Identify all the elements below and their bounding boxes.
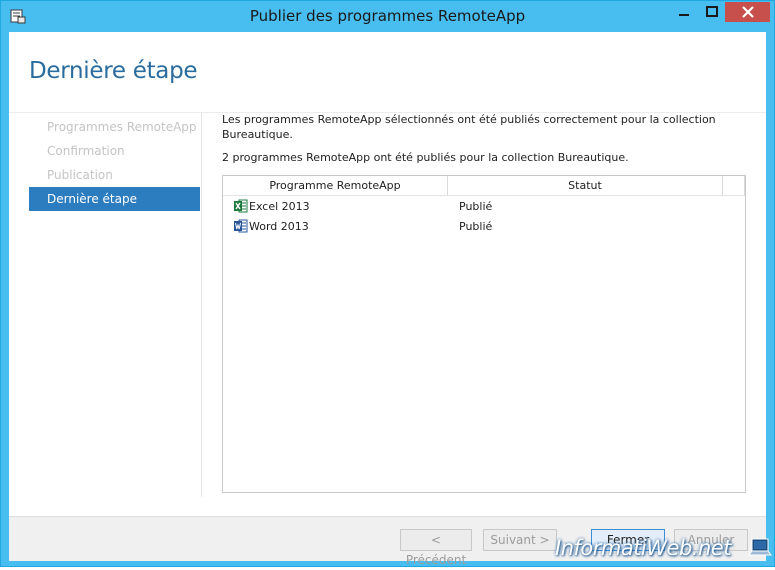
column-header-status[interactable]: Statut	[448, 176, 723, 195]
wizard-header: Dernière étape	[9, 32, 766, 112]
word-icon	[234, 219, 248, 233]
table-row[interactable]: Excel 2013 Publié	[223, 197, 745, 217]
nav-step-publication: Publication	[47, 168, 113, 182]
program-name: Excel 2013	[249, 200, 310, 213]
program-name: Word 2013	[249, 220, 309, 233]
published-count-message: 2 programmes RemoteApp ont été publiés p…	[222, 151, 629, 164]
program-status: Publié	[459, 220, 493, 233]
nav-step-confirmation: Confirmation	[47, 144, 125, 158]
close-button[interactable]	[725, 2, 770, 22]
table-header: Programme RemoteApp Statut	[223, 176, 745, 196]
window-title: Publier des programmes RemoteApp	[249, 7, 526, 25]
wizard-steps-nav: Programmes RemoteApp Confirmation Public…	[29, 115, 200, 211]
column-header-filler	[723, 176, 745, 195]
wizard-client-area: Dernière étape Programmes RemoteApp Conf…	[9, 32, 766, 567]
nav-step-derniere-etape: Dernière étape	[29, 187, 200, 211]
nav-divider	[201, 112, 202, 497]
wizard-window: Publier des programmes RemoteApp Dernièr…	[0, 0, 775, 567]
watermark-laptop-icon	[748, 538, 772, 556]
column-header-program[interactable]: Programme RemoteApp	[223, 176, 448, 195]
close-icon	[741, 6, 754, 18]
success-message: Les programmes RemoteApp sélectionnés on…	[222, 113, 716, 141]
watermark-text: InformatiWeb.net	[555, 536, 731, 560]
title-bar[interactable]: Publier des programmes RemoteApp	[1, 1, 774, 32]
program-status: Publié	[459, 200, 493, 213]
next-button[interactable]: Suivant >	[483, 529, 557, 551]
minimize-icon	[678, 14, 689, 16]
page-title: Dernière étape	[29, 58, 198, 84]
maximize-button[interactable]	[698, 2, 725, 22]
minimize-button[interactable]	[670, 2, 697, 22]
table-row[interactable]: Word 2013 Publié	[223, 217, 745, 237]
programs-table: Programme RemoteApp Statut Excel 2013 Pu	[222, 175, 746, 493]
previous-button[interactable]: < Précédent	[400, 529, 472, 567]
excel-icon	[234, 199, 248, 213]
nav-step-programmes: Programmes RemoteApp	[47, 120, 197, 134]
maximize-icon	[705, 6, 718, 17]
